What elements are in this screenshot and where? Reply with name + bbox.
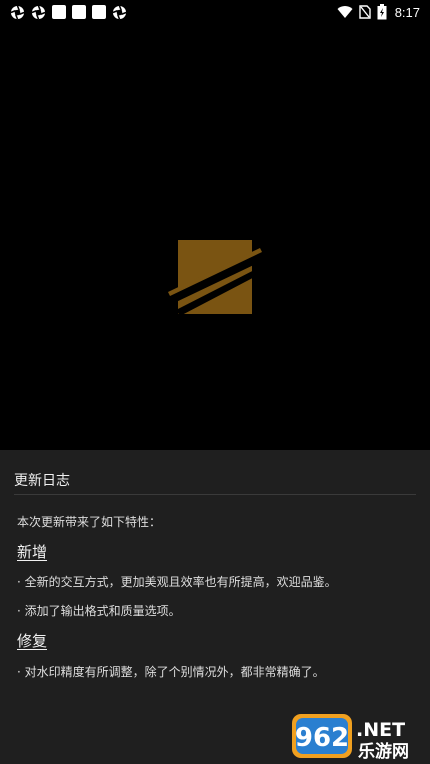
app-logo	[168, 240, 264, 316]
changelog-title: 更新日志	[14, 473, 70, 489]
no-sim-icon	[358, 5, 371, 19]
system-status-icons: 8:17	[337, 4, 420, 20]
divider	[14, 494, 416, 495]
changelog-item: · 添加了输出格式和质量选项。	[17, 604, 181, 618]
notification-icons	[10, 5, 127, 20]
site-watermark-logo: 962 .NET 乐游网	[292, 714, 409, 762]
square-notification-icon	[92, 5, 106, 19]
watermark-number: 962	[295, 723, 349, 753]
changelog-item: · 全新的交互方式，更加美观且效率也有所提高，欢迎品鉴。	[17, 575, 337, 589]
watermark-site: 乐游网	[358, 741, 409, 762]
square-notification-icon	[52, 5, 66, 19]
status-bar: 8:17	[0, 0, 430, 24]
section-heading-new: 新增	[17, 543, 48, 561]
section-heading-fix: 修复	[17, 632, 48, 650]
battery-charging-icon	[377, 4, 387, 20]
square-notification-icon	[72, 5, 86, 19]
app-notification-icon	[31, 5, 46, 19]
wifi-icon	[337, 6, 353, 19]
app-notification-icon	[10, 5, 25, 19]
clock: 8:17	[394, 4, 420, 20]
app-notification-icon	[112, 5, 127, 19]
changelog-intro: 本次更新带来了如下特性：	[17, 515, 162, 529]
changelog-item: · 对水印精度有所调整，除了个别情况外，都非常精确了。	[17, 665, 325, 679]
watermark-suffix: .NET	[356, 719, 405, 741]
